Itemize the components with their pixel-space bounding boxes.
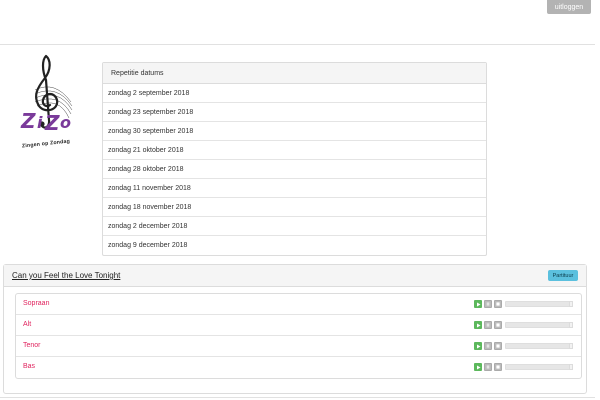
play-button[interactable] [474,321,482,329]
rehearsal-date-item: zondag 28 oktober 2018 [103,160,486,179]
pause-icon [486,323,490,327]
voice-row: Bas [16,357,581,378]
play-button[interactable] [474,363,482,371]
progress-handle[interactable] [569,322,573,328]
rehearsal-date-item: zondag 18 november 2018 [103,198,486,217]
divider [0,397,595,398]
rehearsal-dates-list: zondag 2 september 2018 zondag 23 septemb… [103,84,486,255]
stop-button[interactable] [494,363,502,371]
svg-text:i: i [37,113,43,132]
stop-icon [496,323,500,327]
play-button[interactable] [474,300,482,308]
voice-link[interactable]: Sopraan [23,300,49,307]
stop-icon [496,344,500,348]
pause-button[interactable] [484,342,492,350]
rehearsal-date-item: zondag 30 september 2018 [103,122,486,141]
voice-link[interactable]: Bas [23,363,35,370]
play-icon [476,365,480,369]
pause-button[interactable] [484,300,492,308]
voice-row: Alt [16,315,581,336]
rehearsal-date-item: zondag 2 september 2018 [103,84,486,103]
zizo-logo: Z i Z o Zingen op Zondag [15,50,77,154]
voice-link[interactable]: Alt [23,321,31,328]
progress-handle[interactable] [569,343,573,349]
pause-icon [486,302,490,306]
rehearsal-date-item: zondag 9 december 2018 [108,242,188,249]
stop-icon [496,365,500,369]
score-button[interactable]: Partituur [548,270,578,281]
pause-icon [486,365,490,369]
progress-handle[interactable] [569,301,573,307]
rehearsal-dates-title: Repetitie datums [103,63,486,84]
logout-button[interactable]: uitloggen [547,0,591,14]
audio-controls [474,321,573,329]
svg-text:o: o [60,113,71,132]
stop-icon [496,302,500,306]
rehearsal-date-item: zondag 23 september 2018 [103,103,486,122]
song-panel: Can you Feel the Love Tonight Partituur … [3,264,587,394]
voice-link[interactable]: Tenor [23,342,41,349]
progress-handle[interactable] [569,364,573,370]
voice-row: Tenor [16,336,581,357]
play-icon [476,302,480,306]
progress-bar[interactable] [505,301,573,307]
voice-list: Sopraan Alt Tenor Bas [15,293,582,379]
progress-bar[interactable] [505,364,573,370]
song-header: Can you Feel the Love Tonight Partituur [4,265,586,287]
progress-bar[interactable] [505,322,573,328]
stop-button[interactable] [494,342,502,350]
audio-controls [474,300,573,308]
play-icon [476,323,480,327]
progress-bar[interactable] [505,343,573,349]
stop-button[interactable] [494,321,502,329]
play-button[interactable] [474,342,482,350]
pause-icon [486,344,490,348]
top-bar: uitloggen [0,0,595,45]
song-title-link[interactable]: Can you Feel the Love Tonight [12,271,120,280]
voice-row: Sopraan [16,294,581,315]
svg-text:Z: Z [44,111,60,135]
rehearsal-date-item: zondag 2 december 2018 [103,217,486,236]
rehearsal-date-item: zondag 21 oktober 2018 [103,141,486,160]
rehearsal-dates-panel: Repetitie datums zondag 2 september 2018… [102,62,487,256]
audio-controls [474,363,573,371]
audio-controls [474,342,573,350]
pause-button[interactable] [484,321,492,329]
rehearsal-date-item: zondag 11 november 2018 [103,179,486,198]
svg-text:Z: Z [20,109,36,133]
pause-button[interactable] [484,363,492,371]
play-icon [476,344,480,348]
treble-clef-logo-icon: Z i Z o [20,54,73,135]
stop-button[interactable] [494,300,502,308]
